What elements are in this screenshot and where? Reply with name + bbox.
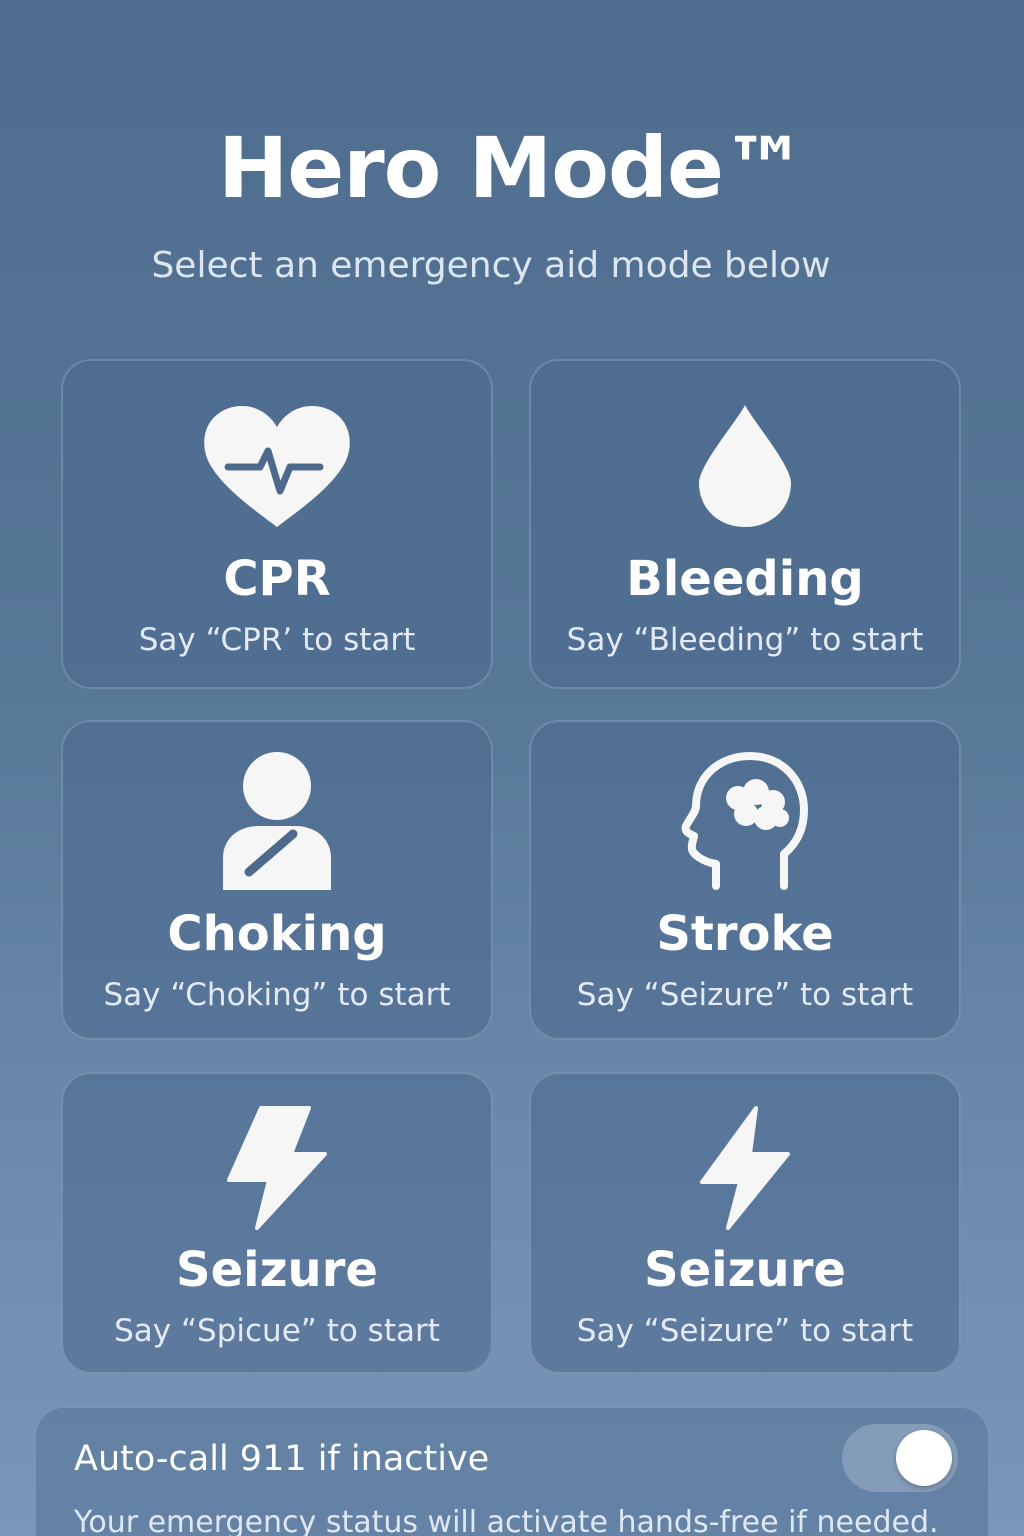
mode-card-bleeding[interactable]: Bleeding Say “Bleeding” to start	[529, 359, 961, 689]
auto-call-panel: Auto-call 911 if inactive Your emergency…	[34, 1406, 990, 1536]
mode-hint: Say “Bleeding” to start	[566, 622, 924, 658]
mode-card-cpr[interactable]: CPR Say “CPR’ to start	[61, 359, 493, 689]
drop-icon	[531, 403, 959, 529]
hero-mode-screen: Hero Mode™ Select an emergency aid mode …	[0, 0, 1024, 1536]
heart-pulse-icon	[63, 405, 491, 529]
toggle-knob	[896, 1430, 952, 1486]
mode-hint: Say “CPR’ to start	[138, 622, 416, 658]
head-brain-icon	[531, 752, 959, 890]
mode-card-choking[interactable]: Choking Say “Choking” to start	[61, 720, 493, 1040]
mode-card-stroke[interactable]: Stroke Say “Seizure” to start	[529, 720, 961, 1040]
mode-name: Bleeding	[626, 551, 864, 607]
lightning-bolt-icon	[63, 1106, 491, 1230]
mode-name: Seizure	[176, 1242, 378, 1298]
auto-call-description: Your emergency status will activate hand…	[74, 1505, 939, 1536]
mode-hint: Say “Seizure” to start	[576, 977, 914, 1013]
page-subtitle: Select an emergency aid mode below	[151, 245, 831, 286]
mode-hint: Say “Spicue” to start	[114, 1313, 440, 1349]
page-title: Hero Mode™	[217, 119, 807, 217]
mode-name: Stroke	[656, 906, 834, 962]
mode-name: Choking	[167, 906, 387, 962]
lightning-bolt-icon	[531, 1106, 959, 1230]
mode-name: CPR	[223, 551, 331, 607]
mode-hint: Say “Seizure” to start	[576, 1313, 914, 1349]
auto-call-toggle[interactable]	[842, 1424, 958, 1492]
mode-name: Seizure	[644, 1242, 846, 1298]
mode-hint: Say “Choking” to start	[103, 977, 451, 1013]
person-sling-icon	[63, 750, 491, 890]
mode-card-seizure-1[interactable]: Seizure Say “Spicue” to start	[61, 1072, 493, 1374]
auto-call-label: Auto-call 911 if inactive	[74, 1439, 490, 1479]
mode-card-seizure-2[interactable]: Seizure Say “Seizure” to start	[529, 1072, 961, 1374]
